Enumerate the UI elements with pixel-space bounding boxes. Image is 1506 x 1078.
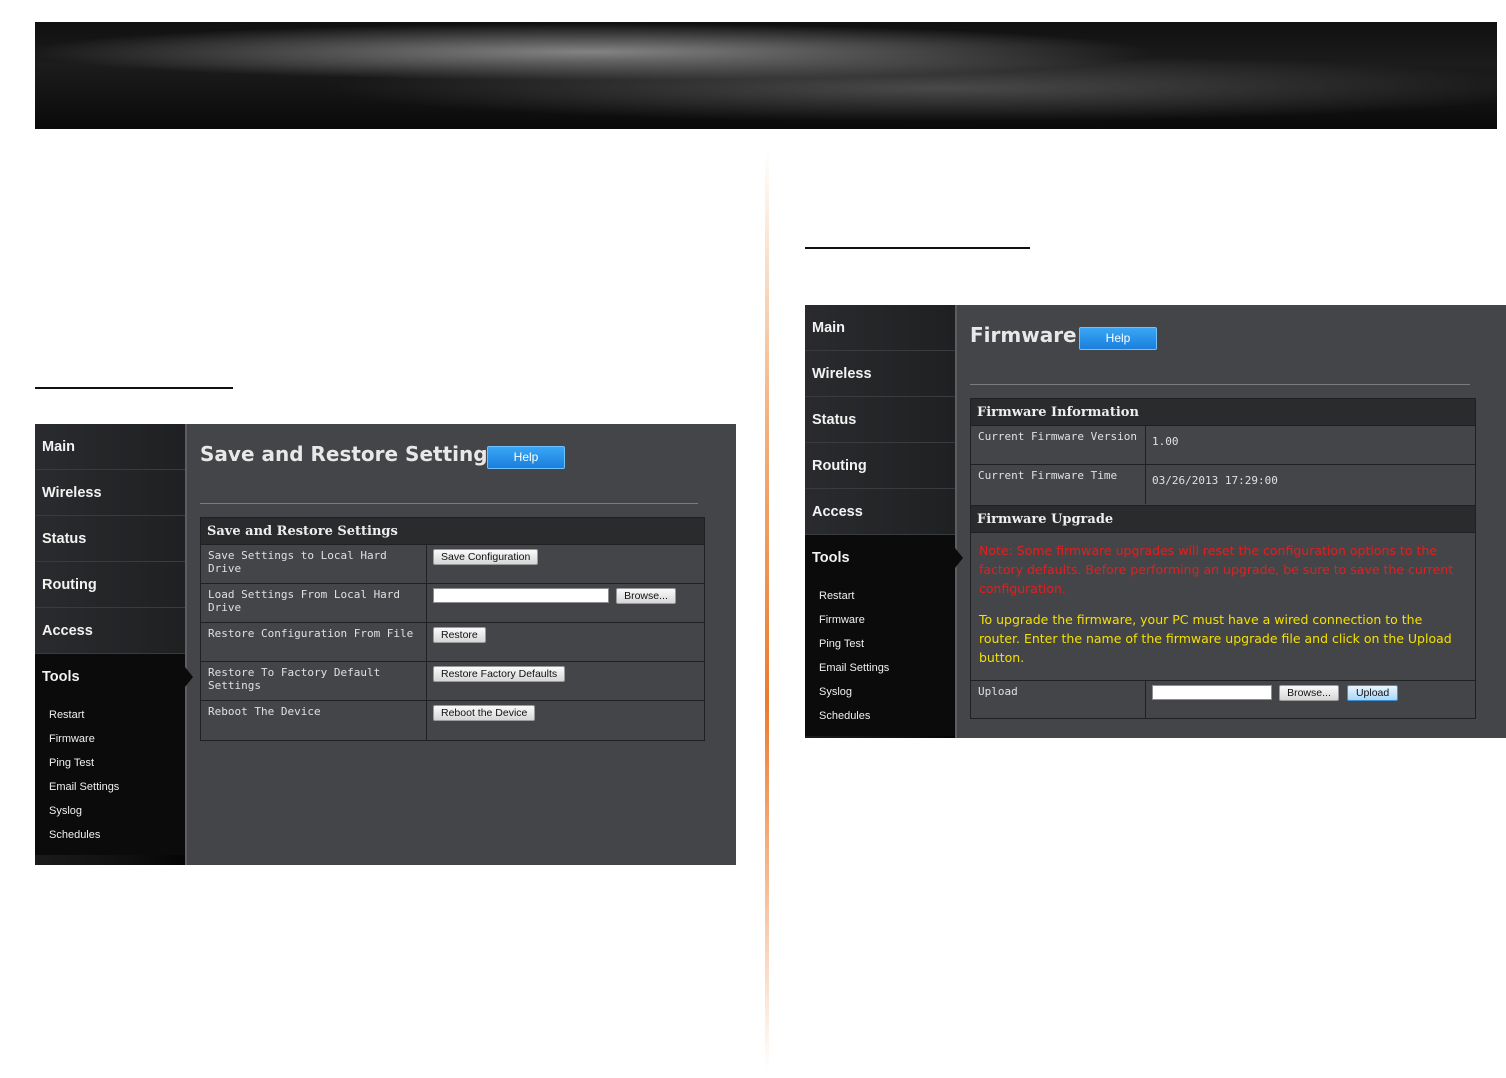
submenu-item-schedules[interactable]: Schedules — [35, 823, 185, 847]
table-title: Save and Restore Settings — [201, 518, 704, 545]
header-banner — [35, 22, 1497, 129]
section-underline-right — [805, 247, 1030, 249]
submenu-item-email-settings[interactable]: Email Settings — [35, 775, 185, 799]
firmware-upgrade-table: Firmware Upgrade Note: Some firmware upg… — [970, 505, 1476, 719]
sidebar-item-tools[interactable]: Tools — [805, 535, 963, 581]
row-value: 1.00 — [1146, 426, 1475, 464]
instruction-note: To upgrade the firmware, your PC must ha… — [979, 612, 1452, 665]
row-value: Browse... — [427, 584, 704, 622]
page-divider — [765, 150, 769, 1070]
table-row: Load Settings From Local Hard Drive Brow… — [201, 584, 704, 623]
table-row: Restore Configuration From File Restore — [201, 623, 704, 662]
save-restore-table: Save and Restore Settings Save Settings … — [200, 517, 705, 741]
sidebar: Main Wireless Status Routing Access Tool… — [35, 424, 193, 865]
row-value: Save Configuration — [427, 545, 704, 583]
row-value: Browse... Upload — [1146, 681, 1475, 719]
row-label: Restore To Factory Default Settings — [201, 662, 427, 700]
row-label: Upload — [971, 681, 1146, 719]
sidebar-item-main[interactable]: Main — [35, 424, 185, 470]
page-title: Firmware — [970, 323, 1077, 347]
warning-note: Note: Some firmware upgrades will reset … — [979, 543, 1454, 596]
table-row: Save Settings to Local Hard Drive Save C… — [201, 545, 704, 584]
submenu-item-schedules[interactable]: Schedules — [805, 704, 955, 728]
row-label: Reboot The Device — [201, 701, 427, 740]
submenu-item-firmware[interactable]: Firmware — [35, 727, 185, 751]
sidebar-item-wireless[interactable]: Wireless — [35, 470, 185, 516]
table-row: Current Firmware Time 03/26/2013 17:29:0… — [971, 465, 1475, 504]
firmware-file-input[interactable] — [1152, 685, 1272, 700]
row-label: Current Firmware Version — [971, 426, 1146, 464]
browse-button[interactable]: Browse... — [1279, 685, 1339, 701]
restore-factory-defaults-button[interactable]: Restore Factory Defaults — [433, 666, 566, 682]
table-title: Firmware Upgrade — [971, 506, 1475, 533]
row-label: Current Firmware Time — [971, 465, 1146, 504]
sidebar-item-main[interactable]: Main — [805, 305, 955, 351]
submenu-item-ping-test[interactable]: Ping Test — [805, 632, 955, 656]
submenu-item-ping-test[interactable]: Ping Test — [35, 751, 185, 775]
row-label: Restore Configuration From File — [201, 623, 427, 661]
sidebar-item-access[interactable]: Access — [35, 608, 185, 654]
file-path-input[interactable] — [433, 588, 609, 603]
row-label: Save Settings to Local Hard Drive — [201, 545, 427, 583]
sidebar-item-wireless[interactable]: Wireless — [805, 351, 955, 397]
tools-submenu: Restart Firmware Ping Test Email Setting… — [35, 700, 185, 855]
sidebar-item-status[interactable]: Status — [35, 516, 185, 562]
submenu-item-syslog[interactable]: Syslog — [805, 680, 955, 704]
sidebar-item-routing[interactable]: Routing — [805, 443, 955, 489]
sidebar: Main Wireless Status Routing Access Tool… — [805, 305, 963, 738]
submenu-item-restart[interactable]: Restart — [805, 584, 955, 608]
page-title: Save and Restore Settings — [200, 442, 500, 466]
submenu-item-syslog[interactable]: Syslog — [35, 799, 185, 823]
row-value: Restore Factory Defaults — [427, 662, 704, 700]
sidebar-item-routing[interactable]: Routing — [35, 562, 185, 608]
section-underline-left — [35, 387, 233, 389]
title-rule — [200, 503, 698, 504]
row-label: Load Settings From Local Hard Drive — [201, 584, 427, 622]
firmware-info-table: Firmware Information Current Firmware Ve… — [970, 398, 1476, 518]
row-value: 03/26/2013 17:29:00 — [1146, 465, 1475, 504]
submenu-item-firmware[interactable]: Firmware — [805, 608, 955, 632]
submenu-item-email-settings[interactable]: Email Settings — [805, 656, 955, 680]
reboot-device-button[interactable]: Reboot the Device — [433, 705, 536, 721]
restore-button[interactable]: Restore — [433, 627, 486, 643]
table-title: Firmware Information — [971, 399, 1475, 426]
table-row: Current Firmware Version 1.00 — [971, 426, 1475, 465]
title-rule — [970, 384, 1470, 385]
main-content: Firmware Help Firmware Information Curre… — [957, 305, 1506, 738]
firmware-time-value: 03/26/2013 17:29:00 — [1152, 474, 1278, 487]
upload-button[interactable]: Upload — [1346, 685, 1399, 701]
sidebar-item-tools[interactable]: Tools — [35, 654, 193, 700]
sidebar-item-status[interactable]: Status — [805, 397, 955, 443]
firmware-screenshot: Main Wireless Status Routing Access Tool… — [805, 305, 1506, 738]
upload-row: Upload Browse... Upload — [971, 680, 1475, 719]
table-row: Restore To Factory Default Settings Rest… — [201, 662, 704, 701]
tools-submenu: Restart Firmware Ping Test Email Setting… — [805, 581, 955, 736]
firmware-version-value: 1.00 — [1152, 435, 1179, 448]
browse-button[interactable]: Browse... — [616, 588, 676, 604]
save-restore-screenshot: Main Wireless Status Routing Access Tool… — [35, 424, 736, 865]
main-content: Save and Restore Settings Help Save and … — [187, 424, 736, 865]
submenu-item-restart[interactable]: Restart — [35, 703, 185, 727]
row-value: Restore — [427, 623, 704, 661]
row-value: Reboot the Device — [427, 701, 704, 740]
upgrade-notes: Note: Some firmware upgrades will reset … — [971, 533, 1475, 667]
sidebar-item-access[interactable]: Access — [805, 489, 955, 535]
help-button[interactable]: Help — [487, 446, 565, 469]
help-button[interactable]: Help — [1079, 327, 1157, 350]
table-row: Reboot The Device Reboot the Device — [201, 701, 704, 740]
save-configuration-button[interactable]: Save Configuration — [433, 549, 539, 565]
